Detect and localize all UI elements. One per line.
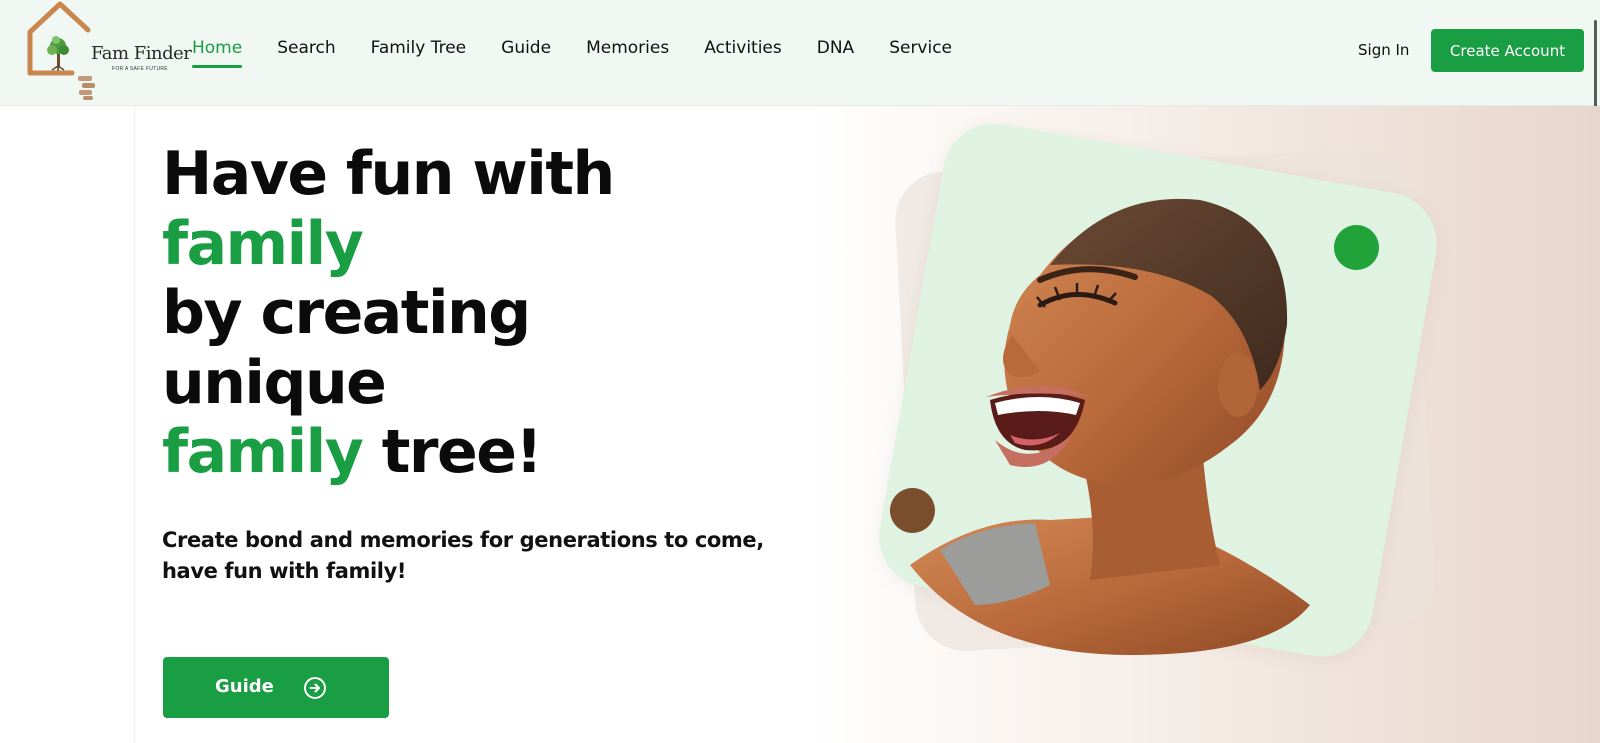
nav-item-guide[interactable]: Guide	[501, 38, 551, 68]
logo[interactable]: Fam Finder FOR A SAFE FUTURE	[22, 0, 192, 104]
hero-subtext: Create bond and memories for generations…	[162, 525, 782, 587]
content-divider	[134, 106, 135, 743]
headline-line-5-highlight: family	[162, 417, 364, 487]
sign-in-link[interactable]: Sign In	[1358, 41, 1409, 59]
headline-line-1: Have fun with	[162, 139, 615, 209]
guide-button[interactable]: Guide	[163, 657, 389, 718]
hero-portrait-image	[910, 198, 1310, 655]
nav-item-service[interactable]: Service	[889, 38, 952, 68]
main-nav: Home Search Family Tree Guide Memories A…	[192, 38, 987, 68]
headline-line-4: unique	[162, 347, 387, 418]
decorative-dot-green	[1334, 225, 1379, 270]
create-account-button[interactable]: Create Account	[1431, 29, 1584, 72]
hero-headline: Have fun with family by creating unique …	[162, 139, 802, 488]
subtext-line-2: have fun with family!	[162, 559, 407, 583]
headline-line-5-rest: tree!	[362, 417, 543, 487]
guide-button-label: Guide	[215, 676, 274, 697]
brand-tagline: FOR A SAFE FUTURE	[112, 66, 168, 72]
nav-item-home[interactable]: Home	[192, 38, 243, 68]
headline-line-5: family tree!	[162, 417, 802, 488]
nav-item-dna[interactable]: DNA	[817, 38, 854, 68]
nav-item-activities[interactable]: Activities	[704, 38, 782, 68]
headline-line-2: family	[162, 208, 364, 279]
nav-item-family-tree[interactable]: Family Tree	[371, 38, 467, 68]
brand-name: Fam Finder	[91, 43, 192, 64]
nav-item-memories[interactable]: Memories	[586, 38, 669, 68]
headline-line-3: by creating	[162, 278, 531, 348]
decorative-dot-brown	[890, 488, 935, 533]
top-navigation-bar: Fam Finder FOR A SAFE FUTURE Home Search…	[0, 0, 1600, 106]
nav-item-search[interactable]: Search	[277, 38, 335, 68]
arrow-right-circle-icon	[304, 677, 326, 699]
subtext-line-1: Create bond and memories for generations…	[162, 528, 764, 552]
